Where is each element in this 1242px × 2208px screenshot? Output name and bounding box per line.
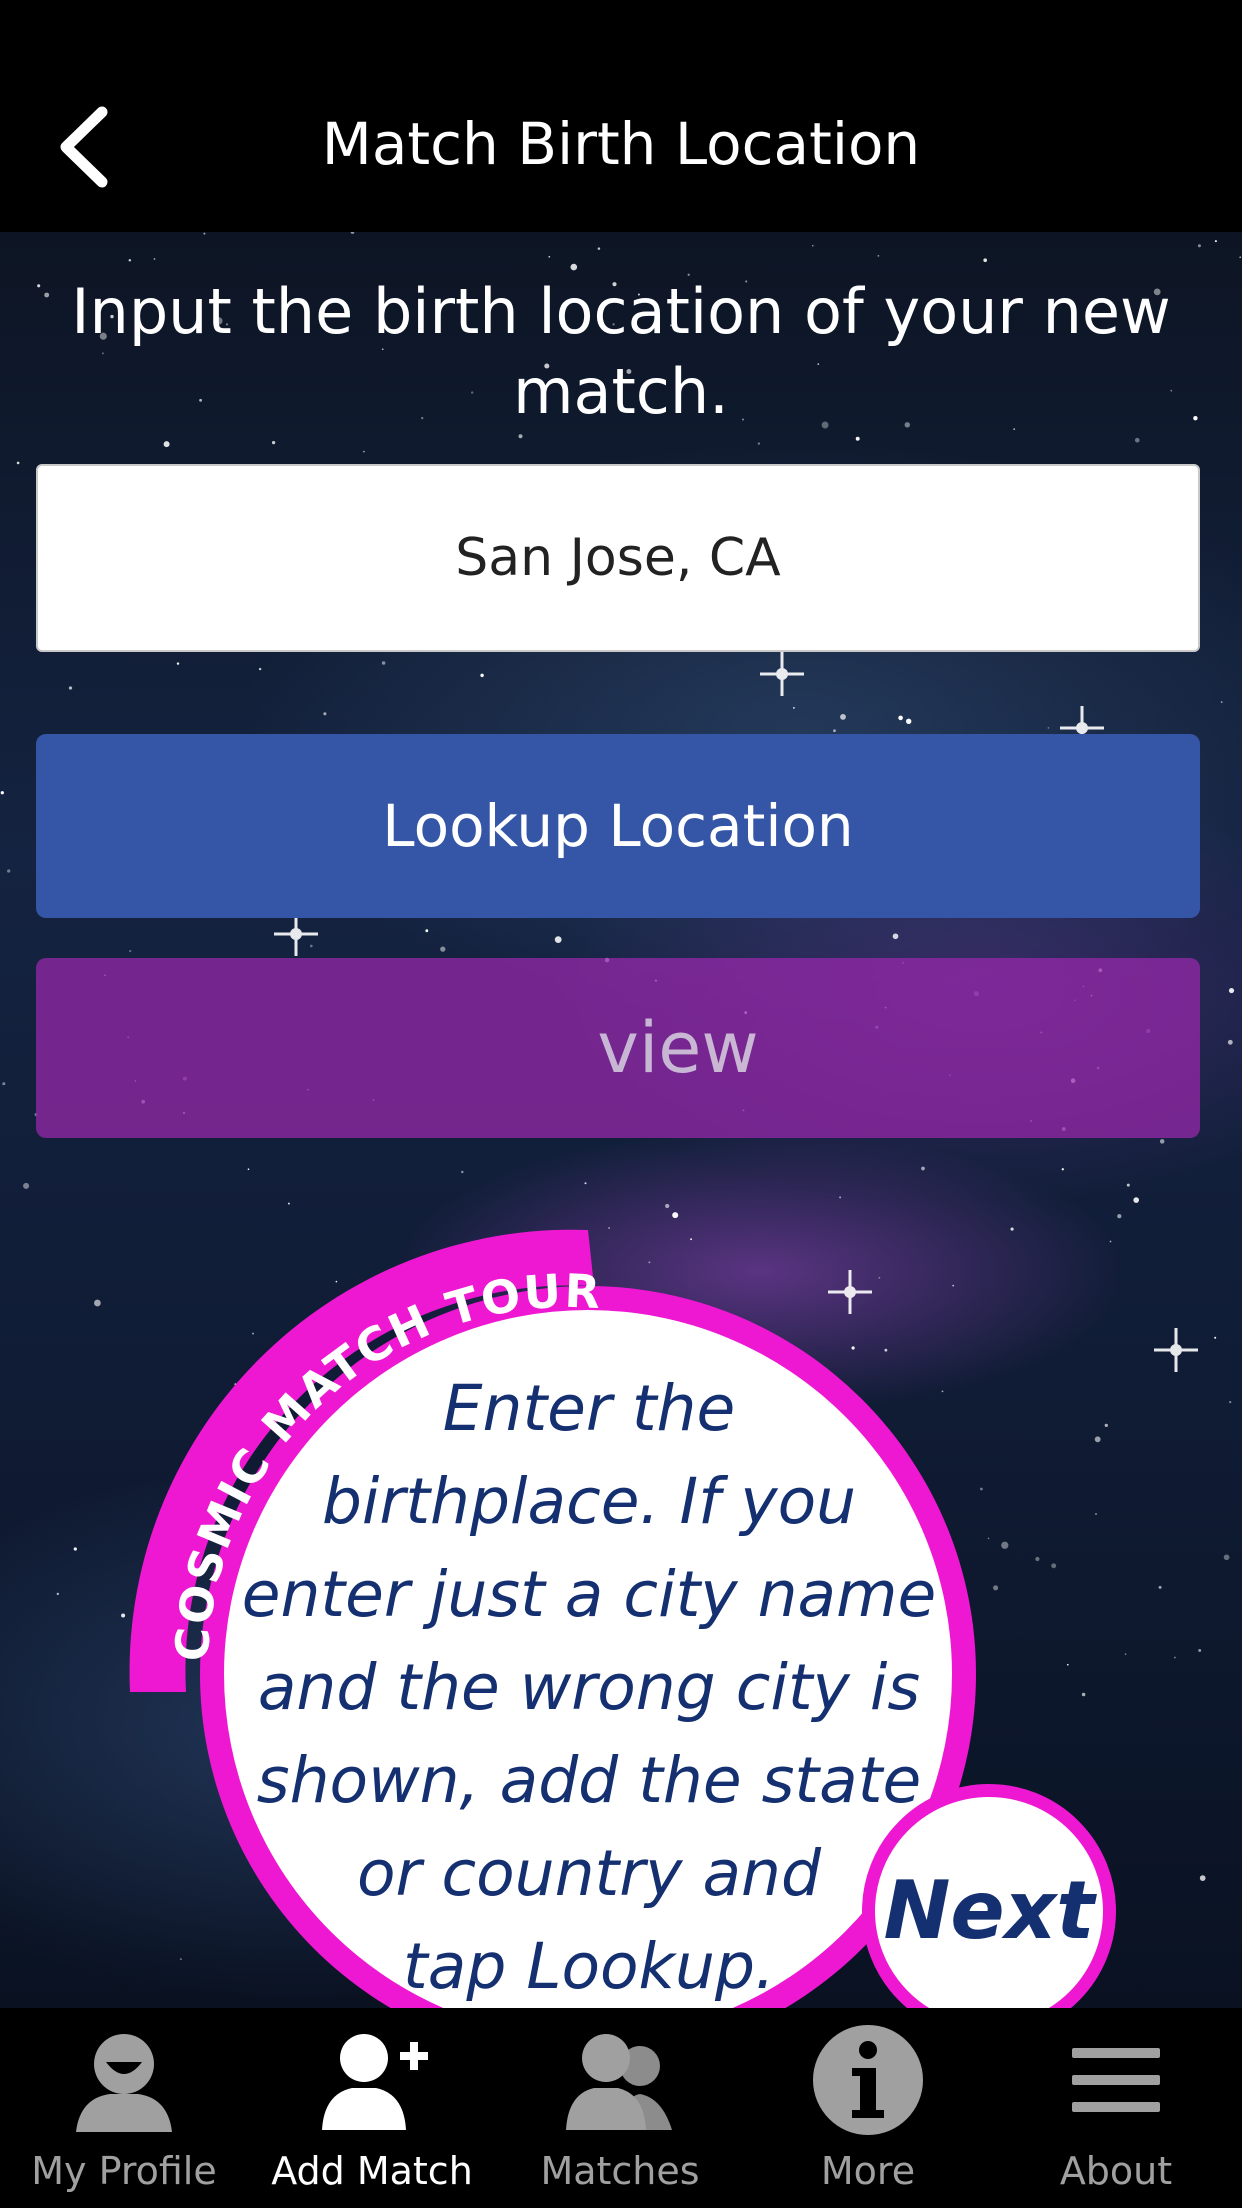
tour-line: Enter the bbox=[442, 1372, 736, 1445]
tour-line: shown, add the state bbox=[256, 1744, 922, 1817]
tab-label: Matches bbox=[540, 2149, 700, 2193]
instruction-text: Input the birth location of your new mat… bbox=[71, 275, 1171, 428]
tab-label: My Profile bbox=[31, 2149, 217, 2193]
starfield-background: Input the birth location of your new mat… bbox=[0, 232, 1242, 2008]
tab-label: About bbox=[1059, 2149, 1173, 2193]
birth-location-input[interactable]: San Jose, CA bbox=[36, 464, 1200, 652]
tour-line: tap Lookup. bbox=[403, 1930, 775, 2003]
tour-line: enter just a city name bbox=[241, 1558, 937, 1631]
header-bar: Match Birth Location bbox=[0, 0, 1242, 232]
tab-matches[interactable]: Matches bbox=[496, 2008, 744, 2208]
tour-line: and the wrong city is bbox=[257, 1651, 921, 1724]
preview-button-label: view bbox=[597, 1007, 759, 1089]
add-match-icon bbox=[322, 2034, 428, 2130]
tab-my-profile[interactable]: My Profile bbox=[0, 2008, 248, 2208]
profile-icon bbox=[76, 2034, 172, 2132]
tab-more[interactable]: More bbox=[744, 2008, 992, 2208]
tab-about[interactable]: About bbox=[992, 2008, 1240, 2208]
tour-message: Enter the birthplace. If you enter just … bbox=[236, 1362, 942, 2008]
matches-icon bbox=[566, 2034, 672, 2130]
tab-label: Add Match bbox=[271, 2149, 473, 2193]
page-title: Match Birth Location bbox=[321, 110, 921, 178]
tab-bar: My Profile Add Match Matches More About bbox=[0, 2008, 1242, 2208]
tab-add-match[interactable]: Add Match bbox=[248, 2008, 496, 2208]
tour-line: or country and bbox=[357, 1837, 821, 1910]
menu-icon bbox=[1072, 2048, 1160, 2112]
info-icon bbox=[813, 2025, 923, 2135]
lookup-location-button[interactable]: Lookup Location bbox=[36, 734, 1200, 918]
tab-label: More bbox=[820, 2149, 916, 2193]
tour-line: birthplace. If you bbox=[321, 1465, 857, 1538]
preview-button[interactable]: view bbox=[36, 958, 1200, 1138]
